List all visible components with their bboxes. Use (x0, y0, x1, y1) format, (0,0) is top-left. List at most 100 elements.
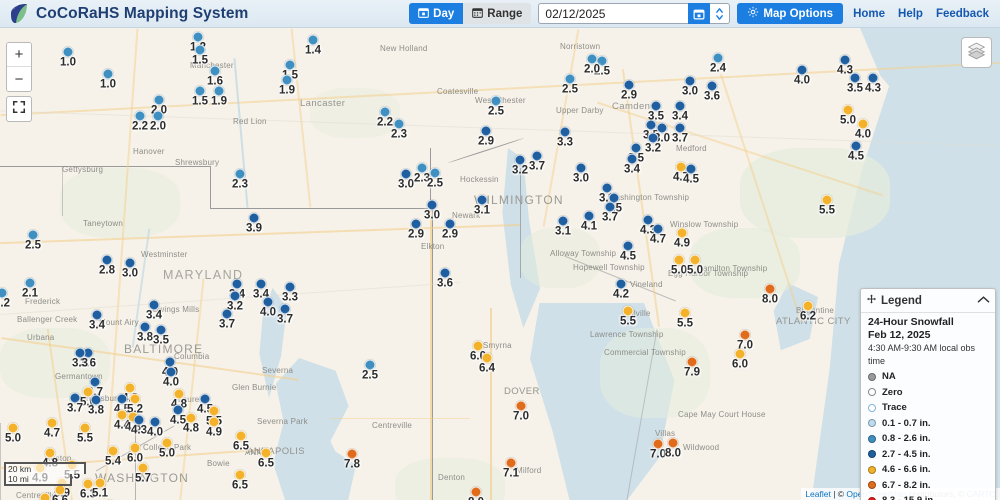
station-marker[interactable]: 4.5 (683, 163, 699, 186)
station-marker[interactable]: 2.0 (151, 94, 167, 117)
station-marker[interactable]: 3.5 (648, 100, 664, 123)
station-marker[interactable]: 4.9 (206, 416, 222, 439)
station-marker[interactable]: 8.0 (762, 283, 778, 306)
station-marker[interactable]: 3.0 (682, 75, 698, 98)
station-marker[interactable]: 3.7 (529, 150, 545, 173)
station-marker[interactable]: 5.4 (105, 445, 121, 468)
zoom-in-button[interactable]: + (7, 43, 31, 67)
station-marker[interactable]: 8.0 (468, 486, 484, 500)
station-marker[interactable]: 3.9 (246, 212, 262, 235)
station-marker[interactable]: 2.3 (414, 162, 430, 185)
station-marker[interactable]: 7.1 (503, 457, 519, 480)
station-marker[interactable]: 6.0 (39, 492, 51, 500)
station-marker[interactable]: 4.3 (837, 54, 853, 77)
nav-help[interactable]: Help (895, 6, 926, 22)
station-marker[interactable]: 1.0 (60, 46, 76, 69)
legend-header[interactable]: Legend (861, 289, 995, 313)
station-marker[interactable]: 6.5 (232, 469, 248, 492)
station-marker[interactable]: 3.0 (424, 199, 440, 222)
station-marker[interactable]: 5.0 (840, 104, 856, 127)
station-marker[interactable]: 7.0 (737, 329, 753, 352)
station-marker[interactable]: 5.7 (135, 462, 151, 485)
station-marker[interactable]: 3.4 (229, 278, 245, 301)
station-marker[interactable]: 5.5 (206, 405, 222, 428)
station-marker[interactable]: 3.0 (573, 162, 589, 185)
station-marker[interactable]: 4.8 (171, 388, 187, 411)
station-marker[interactable]: 4.0 (260, 296, 276, 319)
station-marker[interactable]: 6.0 (470, 340, 486, 363)
station-marker[interactable]: 4.7 (650, 223, 666, 246)
station-marker[interactable]: 3.5 (847, 72, 863, 95)
station-marker[interactable]: 2.5 (362, 359, 378, 382)
station-marker[interactable]: 4.8 (183, 412, 199, 435)
station-marker[interactable]: 2.9 (478, 125, 494, 148)
station-marker[interactable]: 3.5 (643, 119, 659, 142)
station-marker[interactable]: 4.8 (122, 382, 138, 405)
station-marker[interactable]: 2.3 (391, 118, 407, 141)
map-options-button[interactable]: Map Options (737, 3, 844, 24)
station-marker[interactable]: 5.0 (687, 254, 703, 277)
station-marker[interactable]: 2.9 (408, 218, 424, 241)
legend-item[interactable]: 4.6 - 6.6 in. (868, 462, 988, 478)
station-marker[interactable]: 3.8 (137, 321, 153, 344)
station-marker[interactable]: 3.2 (227, 290, 243, 313)
station-marker[interactable]: 2.9 (621, 79, 637, 102)
station-marker[interactable]: 1.9 (211, 85, 227, 108)
station-marker[interactable]: 3.2 (645, 132, 661, 155)
station-marker[interactable]: 6.6 (52, 484, 68, 500)
station-marker[interactable]: 5.5 (677, 307, 693, 330)
station-marker[interactable]: 7.9 (684, 356, 700, 379)
station-marker[interactable]: 3.5 (628, 142, 644, 165)
station-marker[interactable]: 6.2 (800, 300, 816, 323)
legend-item[interactable]: 8.3 - 15.9 in. (868, 493, 988, 500)
station-marker[interactable]: 3.2 (512, 154, 528, 177)
calendar-icon[interactable] (688, 3, 711, 24)
station-marker[interactable]: 4.2 (613, 278, 629, 301)
station-marker[interactable]: 4.0 (794, 64, 810, 87)
station-marker[interactable]: 5.0 (159, 437, 175, 460)
station-marker[interactable]: 1.6 (207, 65, 223, 88)
station-marker[interactable]: 1.9 (279, 74, 295, 97)
station-marker[interactable]: 4.5 (848, 140, 864, 163)
legend-item[interactable]: NA (868, 369, 988, 385)
station-marker[interactable]: 6.4 (479, 352, 495, 375)
station-marker[interactable]: 2.5 (562, 73, 578, 96)
station-marker[interactable]: 2.8 (99, 254, 115, 277)
legend-item[interactable]: Zero (868, 385, 988, 401)
station-marker[interactable]: 3.7 (277, 303, 293, 326)
station-marker[interactable]: 5.0 (671, 254, 687, 277)
station-marker[interactable]: 3.4 (624, 153, 640, 176)
move-handle-icon[interactable] (866, 292, 877, 310)
legend-item[interactable]: Trace (868, 400, 988, 416)
station-marker[interactable]: 4.1 (581, 210, 597, 233)
station-marker[interactable]: 3.7 (602, 201, 618, 224)
range-button[interactable]: Range (463, 3, 532, 24)
station-marker[interactable]: 7.8 (344, 448, 360, 471)
station-marker[interactable]: 4.5 (170, 404, 186, 427)
station-marker[interactable]: 2.3 (232, 168, 248, 191)
station-marker[interactable]: 5.2 (127, 393, 143, 416)
station-marker[interactable]: 1.0 (100, 68, 116, 91)
legend-item[interactable]: 6.7 - 8.2 in. (868, 478, 988, 494)
station-marker[interactable]: 2.0 (150, 110, 166, 133)
station-marker[interactable]: 3.7 (219, 308, 235, 331)
station-marker[interactable]: 7.0 (650, 438, 666, 461)
nav-home[interactable]: Home (850, 6, 888, 22)
station-marker[interactable]: 3.0 (122, 257, 138, 280)
station-marker[interactable]: 3.4 (146, 299, 162, 322)
layers-button[interactable] (961, 37, 992, 68)
legend-item[interactable]: 2.7 - 4.5 in. (868, 447, 988, 463)
station-marker[interactable]: 6.0 (127, 442, 143, 465)
leaflet-link[interactable]: Leaflet (805, 489, 831, 499)
station-marker[interactable]: 4.3 (865, 72, 881, 95)
station-marker[interactable]: 3.8 (88, 394, 104, 417)
station-marker[interactable]: 4.5 (197, 393, 213, 416)
station-marker[interactable]: 5.0 (5, 422, 21, 445)
day-button[interactable]: Day (409, 3, 464, 24)
station-marker[interactable]: 4.4 (114, 409, 130, 432)
station-marker[interactable]: 4.7 (44, 417, 60, 440)
station-marker[interactable]: 2.2 (0, 287, 10, 310)
leaflet-map[interactable]: New Holland Norristown Lancaster Coatesvill… (0, 28, 1000, 500)
station-marker[interactable]: 5.1 (92, 477, 108, 500)
station-marker[interactable]: 2.5 (25, 229, 41, 252)
